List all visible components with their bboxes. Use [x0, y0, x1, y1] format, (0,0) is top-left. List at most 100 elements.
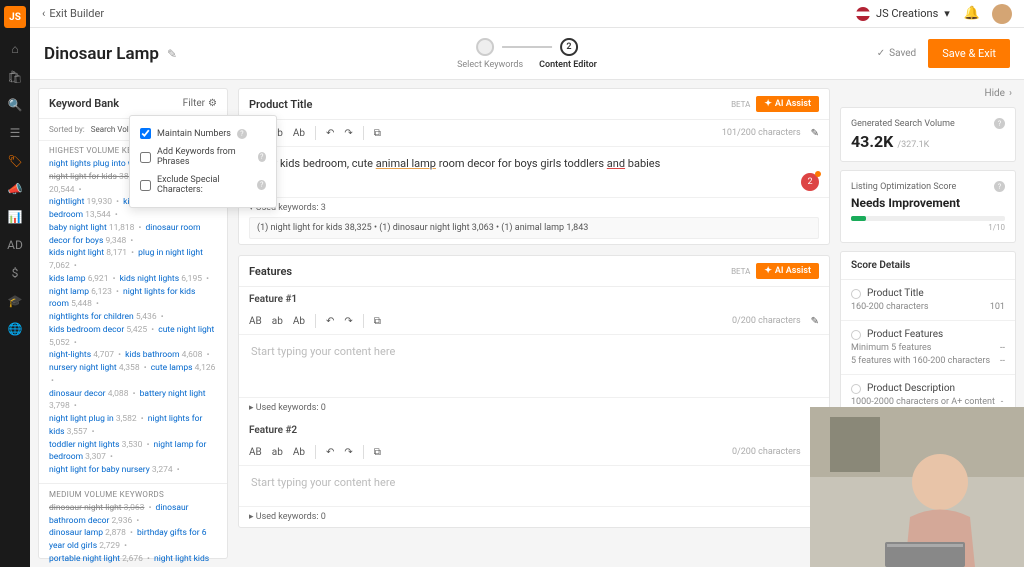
- keyword-item[interactable]: nightlights for children 5,436: [49, 312, 157, 322]
- keyword-item[interactable]: kids night light 8,171: [49, 248, 127, 258]
- format-upper[interactable]: AB: [249, 316, 262, 327]
- format-title[interactable]: Ab: [293, 128, 305, 139]
- keyword-bank-panel: Keyword Bank Filter⚙ Maintain Numbers? A…: [38, 88, 228, 559]
- keyword-item[interactable]: cute lamps 4,126: [151, 363, 216, 373]
- edit-icon[interactable]: ✎: [811, 128, 819, 139]
- help-icon[interactable]: ?: [994, 118, 1005, 129]
- step-2[interactable]: 2: [560, 38, 578, 56]
- used-keywords-toggle[interactable]: ▾ Used keywords: 3: [249, 203, 819, 213]
- search-volume-card: Generated Search Volume? 43.2K/327.1K: [840, 107, 1016, 162]
- title-editor[interactable]: nt for kids bedroom, cute animal lamp ro…: [239, 147, 829, 197]
- copy-icon[interactable]: ⧉: [374, 316, 381, 327]
- step-1[interactable]: [476, 38, 494, 56]
- keyword-item[interactable]: night light for baby nursery 3,274: [49, 465, 173, 475]
- keyword-item[interactable]: kids lamp 6,921: [49, 274, 108, 284]
- webcam-overlay: [810, 407, 1024, 567]
- add-keywords-checkbox[interactable]: [140, 152, 151, 163]
- chevron-right-icon: ›: [1009, 88, 1012, 99]
- status-circle-icon: [851, 384, 861, 394]
- keyword-item[interactable]: kids bedroom decor 5,425: [49, 325, 147, 335]
- keyword-item[interactable]: kids bathroom 4,608: [125, 350, 202, 360]
- edit-icon[interactable]: ✎: [811, 316, 819, 327]
- help-icon[interactable]: ?: [258, 152, 266, 162]
- bell-icon[interactable]: 🔔: [964, 6, 980, 21]
- medium-volume-label: MEDIUM VOLUME KEYWORDS: [39, 483, 227, 502]
- keyword-item[interactable]: baby night light 11,818: [49, 223, 134, 233]
- chart-icon[interactable]: 📊: [8, 210, 22, 224]
- error-badge[interactable]: 2: [801, 173, 819, 191]
- keyword-item[interactable]: toddler night lights 3,530: [49, 440, 142, 450]
- logo-icon[interactable]: JS: [4, 6, 26, 28]
- feature-1-editor[interactable]: Start typing your content here: [239, 335, 829, 397]
- hide-panel-button[interactable]: Hide›: [840, 88, 1016, 99]
- chevron-left-icon: ‹: [42, 7, 45, 20]
- tag-icon[interactable]: 🏷: [8, 154, 22, 168]
- edit-icon[interactable]: ✎: [167, 47, 177, 61]
- keyword-item[interactable]: portable night light 2,676: [49, 554, 143, 564]
- keyword-item[interactable]: dinosaur night light 3,063: [49, 503, 144, 513]
- topbar: ‹Exit Builder JS Creations▾ 🔔: [30, 0, 1024, 28]
- undo-icon[interactable]: ↶: [326, 447, 334, 458]
- format-lower[interactable]: ab: [272, 316, 283, 327]
- score-details-card: Score Details Product Title 160-200 char…: [840, 251, 1016, 427]
- globe-icon[interactable]: 🌐: [8, 322, 22, 336]
- help-icon[interactable]: ?: [237, 129, 247, 139]
- redo-icon[interactable]: ↷: [344, 128, 352, 139]
- optimization-score-card: Listing Optimization Score? Needs Improv…: [840, 170, 1016, 243]
- keyword-item[interactable]: nightlight 19,930: [49, 197, 112, 207]
- used-keywords-toggle[interactable]: ▸ Used keywords: 0: [249, 512, 819, 522]
- feature-2-label: Feature #2: [239, 418, 829, 439]
- undo-icon[interactable]: ↶: [326, 128, 334, 139]
- keyword-item[interactable]: dinosaur decor 4,088: [49, 389, 128, 399]
- redo-icon[interactable]: ↷: [344, 316, 352, 327]
- dollar-icon[interactable]: $: [8, 266, 22, 280]
- format-upper[interactable]: AB: [249, 447, 262, 458]
- redo-icon[interactable]: ↷: [344, 447, 352, 458]
- help-icon[interactable]: ?: [257, 180, 266, 190]
- ai-assist-button[interactable]: ✦AI Assist: [756, 263, 819, 279]
- org-selector[interactable]: JS Creations▾: [856, 7, 950, 21]
- bag-icon[interactable]: 🛍: [8, 70, 22, 84]
- used-keywords-toggle[interactable]: ▸ Used keywords: 0: [249, 403, 819, 413]
- used-keyword-chips: (1) night light for kids 38,325 • (1) di…: [249, 217, 819, 239]
- keyword-item[interactable]: nursery night light 4,358: [49, 363, 140, 373]
- keyword-item[interactable]: night lamp 6,123: [49, 287, 112, 297]
- list-icon[interactable]: ☰: [8, 126, 22, 140]
- saved-indicator: ✓Saved: [877, 48, 916, 59]
- filter-button[interactable]: Filter⚙: [183, 98, 217, 109]
- edu-icon[interactable]: 🎓: [8, 294, 22, 308]
- product-title-card: Product TitleBETA✦AI Assist AB ab Ab ↶ ↷…: [238, 88, 830, 245]
- copy-icon[interactable]: ⧉: [374, 128, 381, 139]
- status-circle-icon: [851, 330, 861, 340]
- keyword-item[interactable]: night-lights 4,707: [49, 350, 114, 360]
- features-card: FeaturesBETA✦AI Assist Feature #1 ABabAb…: [238, 255, 830, 528]
- ai-assist-button[interactable]: ✦AI Assist: [756, 96, 819, 112]
- undo-icon[interactable]: ↶: [326, 316, 334, 327]
- feature-2-editor[interactable]: Start typing your content here: [239, 466, 829, 506]
- search-icon[interactable]: 🔍: [8, 98, 22, 112]
- copy-icon[interactable]: ⧉: [374, 447, 381, 458]
- help-icon[interactable]: ?: [994, 181, 1005, 192]
- format-title[interactable]: Ab: [293, 447, 305, 458]
- page-title: Dinosaur Lamp: [44, 44, 159, 64]
- keyword-list-med: dinosaur night light 3,063 • dinosaur ba…: [39, 502, 227, 567]
- megaphone-icon[interactable]: 📣: [8, 182, 22, 196]
- stepper: 2 Select KeywordsContent Editor: [457, 38, 597, 70]
- maintain-numbers-checkbox[interactable]: [140, 128, 151, 139]
- keyword-item[interactable]: night light plug in 3,582: [49, 414, 137, 424]
- format-lower[interactable]: ab: [272, 447, 283, 458]
- keyword-item[interactable]: dinosaur lamp 2,878: [49, 528, 126, 538]
- filter-icon: ⚙: [208, 98, 217, 109]
- exclude-special-checkbox[interactable]: [140, 180, 151, 191]
- side-nav: JS ⌂ 🛍 🔍 ☰ 🏷 📣 📊 AD $ 🎓 🌐: [0, 0, 30, 567]
- format-title[interactable]: Ab: [293, 316, 305, 327]
- keyword-item[interactable]: kids night lights 6,195: [120, 274, 202, 284]
- chevron-down-icon: ▾: [944, 7, 950, 20]
- home-icon[interactable]: ⌂: [8, 42, 22, 56]
- check-icon: ✓: [877, 48, 885, 59]
- ad-icon[interactable]: AD: [8, 238, 22, 252]
- exit-builder-link[interactable]: ‹Exit Builder: [42, 7, 104, 20]
- avatar[interactable]: [992, 4, 1012, 24]
- char-count: 101/200 characters: [722, 128, 801, 138]
- save-exit-button[interactable]: Save & Exit: [928, 39, 1010, 68]
